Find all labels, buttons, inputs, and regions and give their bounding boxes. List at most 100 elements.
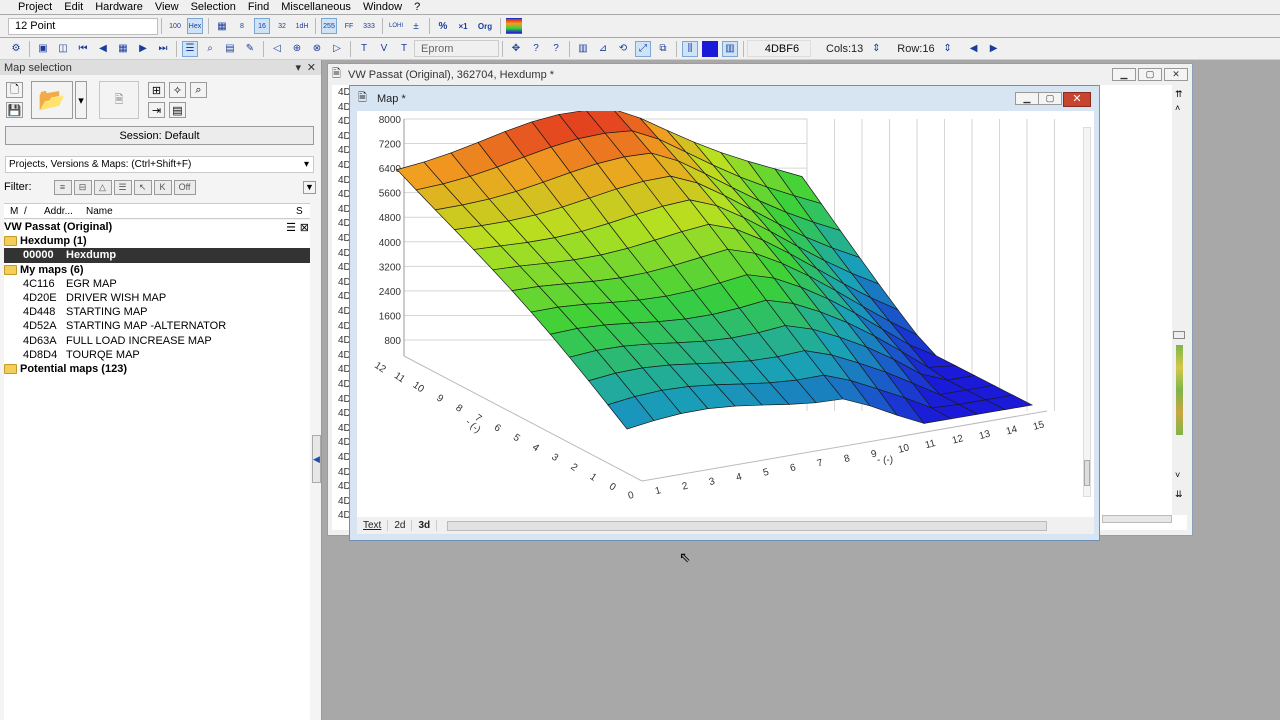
back-icon[interactable]: ◁ — [269, 41, 285, 57]
close-project-icon[interactable]: ⊠ — [300, 221, 309, 234]
type-icon[interactable]: T — [396, 41, 412, 57]
tab-text[interactable]: Text — [357, 520, 389, 531]
filter-pointer-icon[interactable]: ↖ — [133, 179, 152, 195]
columns-icon[interactable]: ▥ — [722, 40, 738, 57]
font-size-combo[interactable]: 12 Point — [8, 17, 158, 35]
filter-dropdown-icon[interactable]: ▼ — [303, 180, 316, 194]
maximize-button[interactable]: ▢ — [1138, 68, 1162, 81]
close-button[interactable]: ✕ — [1164, 68, 1188, 81]
filter-triangle-icon[interactable]: △ — [93, 179, 112, 195]
dropdown-icon[interactable]: ▾ — [295, 61, 301, 74]
new-file-button[interactable]: 🗋 — [6, 82, 23, 98]
list-icon[interactable]: ☰ — [182, 40, 198, 57]
prev-icon[interactable]: ◀ — [95, 41, 111, 57]
tree-item-map[interactable]: 4D63A FULL LOAD INCREASE MAP — [4, 334, 310, 348]
original-icon[interactable]: Org — [475, 18, 495, 34]
tree-item-map[interactable]: 4D448 STARTING MAP — [4, 305, 310, 319]
open-folder-button[interactable]: 📂 — [31, 81, 73, 119]
last-icon[interactable]: ⏭ — [155, 41, 171, 57]
value-333-icon[interactable]: 333 — [361, 18, 377, 34]
col-address[interactable]: Addr... — [44, 206, 86, 217]
folder-hexdump[interactable]: Hexdump (1) — [4, 234, 310, 248]
panel-splitter[interactable]: ◀ — [312, 435, 321, 483]
mode-combo[interactable]: Eprom — [414, 40, 499, 57]
filter-rows-icon[interactable]: ☰ — [113, 179, 132, 195]
nav-prev-icon[interactable]: ◀ — [966, 41, 982, 57]
window-split-icon[interactable]: ◫ — [55, 41, 71, 57]
next-icon[interactable]: ▶ — [135, 41, 151, 57]
close-icon[interactable]: ✕ — [307, 61, 316, 74]
minimize-button[interactable]: ▁ — [1112, 68, 1136, 81]
filter-kk-icon[interactable]: K — [153, 179, 172, 195]
table-icon[interactable]: ▦ — [115, 41, 131, 57]
minimize-button[interactable]: ▁ — [1015, 92, 1039, 105]
scroll-down-icon[interactable]: ˅ — [1175, 470, 1180, 480]
filter-off-button[interactable]: Off — [173, 179, 196, 195]
view-100-icon[interactable]: 100 — [167, 18, 183, 34]
verify-icon[interactable]: V — [376, 41, 392, 57]
view-hex-icon[interactable]: Hex — [187, 18, 203, 34]
hex-ff-icon[interactable]: FF — [341, 18, 357, 34]
grid-icon[interactable]: ▦ — [214, 18, 230, 34]
view-list-button[interactable]: ▤ — [169, 102, 186, 118]
menu-hardware[interactable]: Hardware — [89, 1, 149, 13]
3d-chart[interactable]: 8000 7200 6400 5600 4800 4000 3200 2400 1600 800 0… — [357, 108, 1094, 517]
rotate-icon[interactable]: ⟲ — [615, 41, 631, 57]
col-sort[interactable]: / — [24, 206, 44, 217]
chart-icon[interactable]: ▥ — [575, 41, 591, 57]
menu-project[interactable]: Project — [12, 1, 58, 13]
tree-item-hexdump[interactable]: 00000 Hexdump — [4, 248, 310, 263]
link-a-icon[interactable]: ⊕ — [289, 41, 305, 57]
horizontal-scrollbar[interactable] — [1102, 515, 1172, 523]
project-node[interactable]: VW Passat (Original) ☰ ⊠ — [4, 220, 310, 234]
address-field[interactable]: 4DBF6 — [747, 40, 811, 57]
vertical-scrollbar[interactable]: ⇈ ˄ ˅ ⇊ — [1172, 85, 1187, 515]
bits-16-icon[interactable]: 16 — [254, 18, 270, 34]
menu-find[interactable]: Find — [242, 1, 275, 13]
axis-icon[interactable]: ⊿ — [595, 41, 611, 57]
bits-32-icon[interactable]: 32 — [274, 18, 290, 34]
project-search-combo[interactable]: Projects, Versions & Maps: (Ctrl+Shift+F… — [5, 156, 314, 173]
tab-2d[interactable]: 2d — [388, 520, 413, 531]
copy-icon[interactable]: ⧉ — [655, 41, 671, 57]
chart-scroll-thumb[interactable] — [1084, 460, 1090, 486]
wizard-button[interactable]: ✧ — [169, 82, 186, 98]
save-button[interactable]: 💾 — [6, 102, 23, 118]
link-b-icon[interactable]: ⊗ — [309, 41, 325, 57]
find-icon[interactable]: ⌕ — [202, 41, 218, 57]
properties-icon[interactable]: ☰ — [286, 221, 296, 234]
tab-3d[interactable]: 3d — [412, 520, 438, 531]
tree-item-map[interactable]: 4D20E DRIVER WISH MAP — [4, 291, 310, 305]
tree-item-map[interactable]: 4D52A STARTING MAP -ALTERNATOR — [4, 319, 310, 333]
hardware-icon[interactable]: ⚙ — [8, 41, 24, 57]
chart-scrollbar[interactable] — [1083, 127, 1091, 497]
zoom-icon[interactable]: ⤢ — [635, 40, 651, 57]
search-maps-button[interactable]: ⌕ — [190, 82, 207, 98]
menu-help[interactable]: ? — [408, 1, 426, 13]
forward-icon[interactable]: ▷ — [329, 41, 345, 57]
bits-8-icon[interactable]: 8 — [234, 18, 250, 34]
cols-stepper-icon[interactable]: ⇕ — [868, 41, 884, 57]
maximize-button[interactable]: ▢ — [1038, 92, 1062, 105]
close-button[interactable]: ✕ — [1063, 92, 1091, 107]
scroll-top-icon[interactable]: ⇈ — [1175, 89, 1183, 100]
scroll-thumb[interactable] — [1173, 331, 1185, 339]
export-button[interactable]: ⇥ — [148, 102, 165, 118]
color-palette-icon[interactable] — [506, 18, 522, 34]
menu-edit[interactable]: Edit — [58, 1, 89, 13]
scroll-up-icon[interactable]: ˄ — [1175, 103, 1180, 113]
add-map-button[interactable]: ⊞ — [148, 82, 165, 98]
map-icon[interactable]: ▤ — [222, 41, 238, 57]
tree-item-map[interactable]: 4C116 EGR MAP — [4, 277, 310, 291]
col-m[interactable]: M — [4, 206, 24, 217]
tools-icon[interactable]: ✎ — [242, 41, 258, 57]
sign-icon[interactable]: ± — [408, 18, 424, 34]
context-help-icon[interactable]: ? — [548, 41, 564, 57]
filter-map-icon[interactable]: ≡ — [53, 179, 72, 195]
col-s[interactable]: S — [296, 206, 310, 217]
layout-icon[interactable]: ⫼ — [682, 40, 698, 57]
scroll-bottom-icon[interactable]: ⇊ — [1175, 489, 1183, 500]
window-icon[interactable]: ▣ — [35, 41, 51, 57]
help-icon[interactable]: ? — [528, 41, 544, 57]
percent-icon[interactable]: % — [435, 18, 451, 34]
